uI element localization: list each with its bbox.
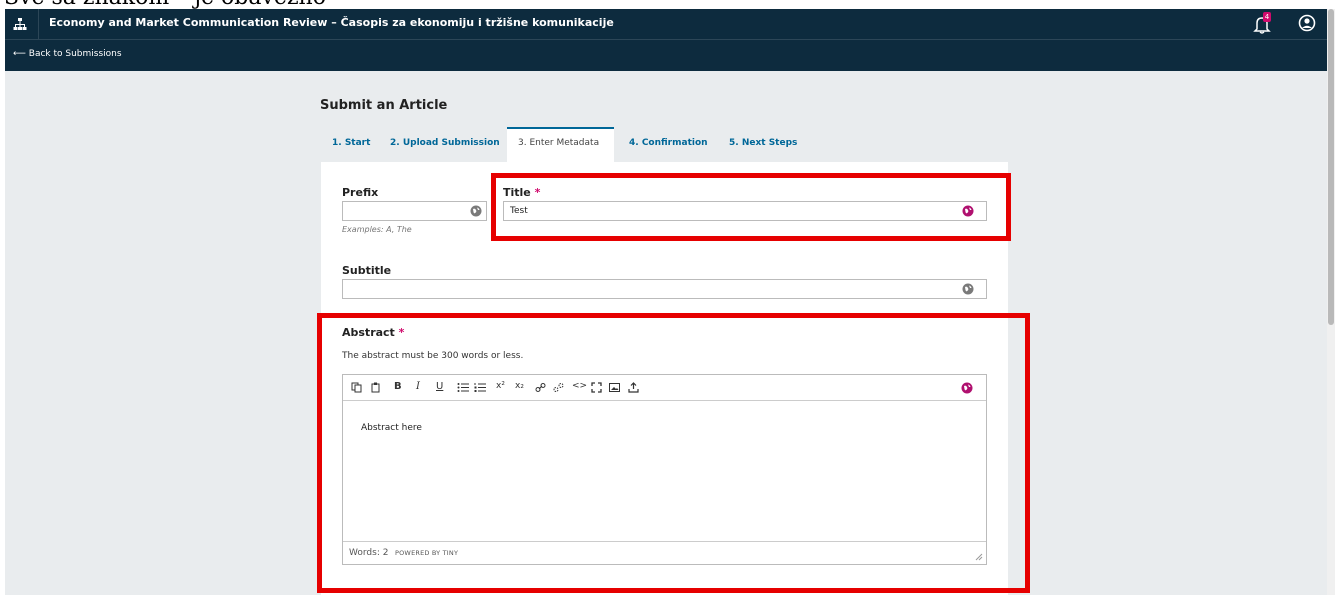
back-to-submissions-link[interactable]: ⟵ Back to Submissions	[13, 49, 122, 59]
header-row: Economy and Market Communication Review …	[5, 9, 1327, 40]
language-globe-icon[interactable]	[962, 283, 974, 295]
tab-upload-submission[interactable]: 2. Upload Submission	[390, 138, 500, 148]
scrollbar-thumb[interactable]	[1328, 9, 1334, 325]
prefix-label: Prefix	[342, 186, 379, 199]
page-scrollbar[interactable]	[1327, 9, 1335, 595]
prefix-input[interactable]	[342, 201, 487, 221]
site-title[interactable]: Economy and Market Communication Review …	[49, 16, 614, 29]
prefix-hint: Examples: A, The	[342, 225, 412, 234]
tab-next-steps[interactable]: 5. Next Steps	[729, 138, 797, 148]
subtitle-label: Subtitle	[342, 264, 392, 277]
subtitle-input[interactable]	[342, 279, 987, 299]
title-highlight-box	[491, 173, 1011, 241]
user-profile-icon[interactable]	[1298, 14, 1316, 32]
language-globe-icon[interactable]	[470, 205, 482, 217]
tab-confirmation[interactable]: 4. Confirmation	[629, 138, 708, 148]
tab-start[interactable]: 1. Start	[332, 138, 370, 148]
notification-badge: 4	[1263, 12, 1271, 22]
app-header: Economy and Market Communication Review …	[5, 9, 1327, 71]
header-divider	[38, 9, 39, 39]
page-title: Submit an Article	[320, 98, 448, 113]
sitemap-icon[interactable]	[13, 17, 27, 31]
abstract-highlight-box	[317, 313, 1030, 593]
tab-enter-metadata[interactable]: 3. Enter Metadata	[518, 138, 599, 148]
